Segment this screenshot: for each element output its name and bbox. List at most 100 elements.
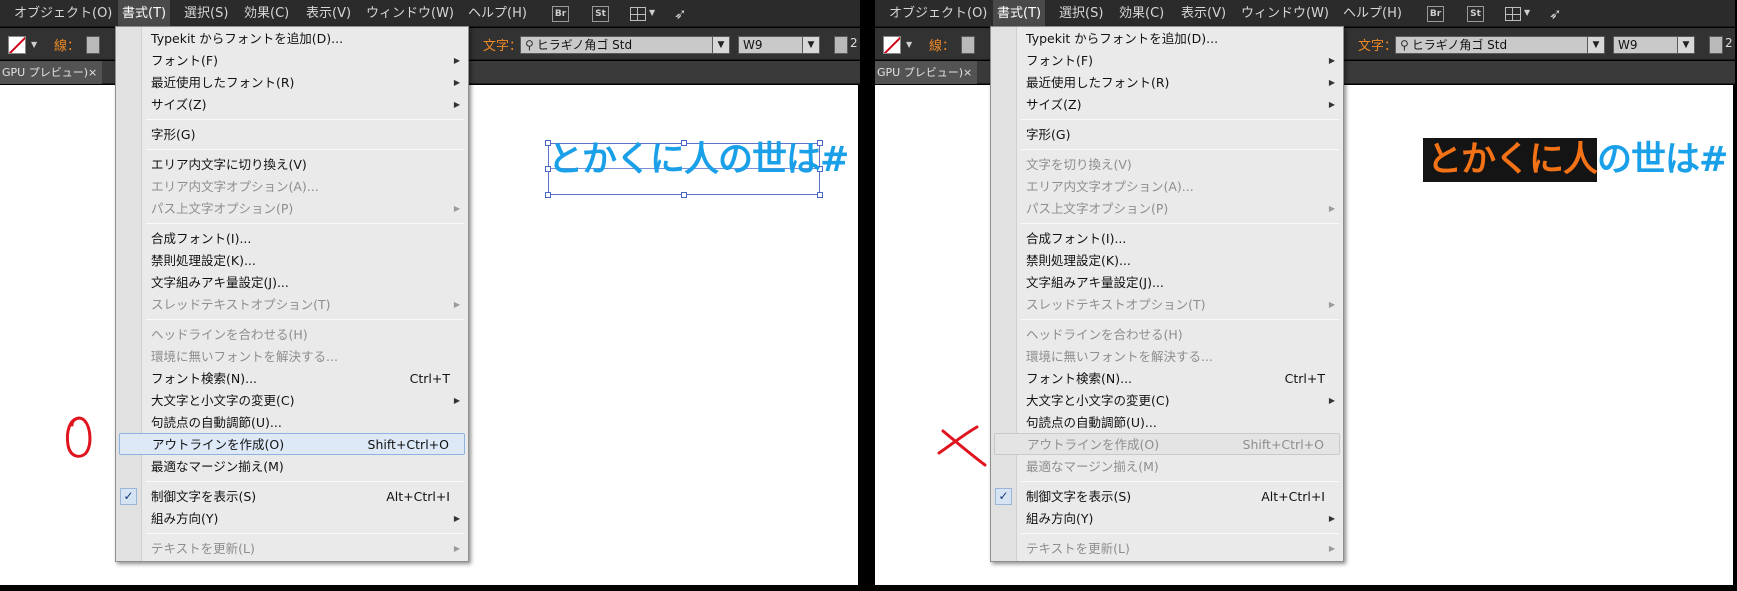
menu-type[interactable]: 書式(T) (118, 0, 171, 27)
selection-handle[interactable] (817, 192, 823, 198)
menu-item-change-case[interactable]: 大文字と小文字の変更(C) ▶ (116, 390, 468, 412)
menu-item-font[interactable]: フォント(F) ▶ (991, 50, 1343, 72)
document-tab[interactable]: GPU プレビュー) (0, 61, 102, 84)
chevron-down-icon[interactable]: ▼ (906, 40, 912, 49)
menu-item-fit-headline: ヘッドラインを合わせる(H) (1026, 327, 1183, 342)
document-tab-label: GPU プレビュー) (2, 66, 88, 79)
font-style-dropdown[interactable]: ▼ (1677, 36, 1695, 54)
font-family-dropdown[interactable]: ▼ (712, 36, 730, 54)
font-family-field[interactable]: ⚲ ヒラギノ角ゴ Std (1395, 36, 1605, 54)
selection-handle[interactable] (681, 192, 687, 198)
menu-effect[interactable]: 効果(C) (240, 0, 293, 27)
menu-item-show-hidden-characters[interactable]: ✓ 制御文字を表示(S) Alt+Ctrl+I (991, 486, 1343, 508)
cross-mark-icon (937, 425, 987, 467)
menu-type[interactable]: 書式(T) (993, 0, 1046, 27)
menu-window[interactable]: ウィンドウ(W) (362, 0, 458, 27)
menu-view[interactable]: 表示(V) (1177, 0, 1230, 27)
font-style-dropdown[interactable]: ▼ (802, 36, 820, 54)
menu-item-type-orientation[interactable]: 組み方向(Y) ▶ (116, 508, 468, 530)
menu-select[interactable]: 選択(S) (1055, 0, 1107, 27)
close-icon[interactable]: × (88, 61, 97, 84)
menu-item-composite-fonts[interactable]: 合成フォント(I)... (991, 228, 1343, 250)
font-family-field[interactable]: ⚲ ヒラギノ角ゴ Std (520, 36, 730, 54)
chevron-down-icon[interactable]: ▼ (31, 40, 37, 49)
font-family-dropdown[interactable]: ▼ (1587, 36, 1605, 54)
menu-item-size[interactable]: サイズ(Z) ▶ (116, 94, 468, 116)
menu-item-add-typekit-fonts[interactable]: Typekit からフォントを追加(D)... (116, 28, 468, 50)
submenu-arrow-icon: ▶ (453, 56, 460, 65)
font-size-value[interactable]: 2 (1725, 36, 1733, 50)
menu-item-kinsoku-settings[interactable]: 禁則処理設定(K)... (116, 250, 468, 272)
menu-item-size[interactable]: サイズ(Z) ▶ (991, 94, 1343, 116)
menu-item-change-case[interactable]: 大文字と小文字の変更(C) ▶ (991, 390, 1343, 412)
menu-item-recent-fonts[interactable]: 最近使用したフォント(R) ▶ (116, 72, 468, 94)
menu-separator (1021, 481, 1339, 482)
menu-item-smart-punctuation[interactable]: 句読点の自動調節(U)... (991, 412, 1343, 434)
search-icon: ⚲ (525, 38, 534, 52)
menu-shortcut: Shift+Ctrl+O (1242, 437, 1324, 452)
rocket-icon[interactable]: ➶ (1549, 6, 1569, 22)
menu-item-mojikumi-settings[interactable]: 文字組みアキ量設定(J)... (991, 272, 1343, 294)
rocket-icon[interactable]: ➶ (674, 6, 694, 22)
bridge-icon[interactable]: Br (552, 6, 569, 22)
menu-item-type-on-path-options: パス上文字オプション(P) ▶ (991, 198, 1343, 220)
font-size-stepper[interactable] (834, 36, 848, 54)
menu-item-threaded-text-options: スレッドテキストオプション(T) ▶ (116, 294, 468, 316)
menu-item-type-orientation[interactable]: 組み方向(Y) ▶ (991, 508, 1343, 530)
workspace-switcher-icon[interactable]: ▼ (630, 6, 658, 22)
stroke-stepper[interactable] (86, 36, 100, 54)
checkmark-icon: ✓ (995, 488, 1012, 505)
menu-item-font[interactable]: フォント(F) ▶ (116, 50, 468, 72)
workspace-switcher-icon[interactable]: ▼ (1505, 6, 1533, 22)
stock-icon[interactable]: St (592, 6, 609, 22)
document-tab[interactable]: GPU プレビュー) (875, 61, 977, 84)
menu-object[interactable]: オブジェクト(O) (10, 0, 116, 27)
menu-object[interactable]: オブジェクト(O) (885, 0, 991, 27)
character-label: 文字： (483, 39, 523, 54)
menu-separator (1021, 533, 1339, 534)
menu-item-show-hidden-characters[interactable]: ✓ 制御文字を表示(S) Alt+Ctrl+I (116, 486, 468, 508)
menu-item-glyphs[interactable]: 字形(G) (991, 124, 1343, 146)
menu-item-glyphs[interactable]: 字形(G) (116, 124, 468, 146)
menu-separator (146, 481, 464, 482)
font-style-field[interactable]: W9 (1613, 36, 1685, 54)
fill-none-swatch[interactable] (8, 36, 26, 54)
menubar: オブジェクト(O) 書式(T) 選択(S) 効果(C) 表示(V) ウィンドウ(… (875, 0, 1735, 27)
menu-item-convert-area-type[interactable]: エリア内文字に切り換え(V) (116, 154, 468, 176)
menu-item-optical-margin-alignment[interactable]: 最適なマージン揃え(M) (116, 456, 468, 478)
menu-select[interactable]: 選択(S) (180, 0, 232, 27)
font-family-value: ヒラギノ角ゴ Std (536, 38, 633, 52)
bridge-icon[interactable]: Br (1427, 6, 1444, 22)
live-text-part[interactable]: の世は# (1597, 140, 1728, 180)
submenu-arrow-icon: ▶ (1328, 396, 1335, 405)
menu-item-optical-margin-alignment: 最適なマージン揃え(M) (1026, 459, 1159, 474)
menu-help[interactable]: ヘルプ(H) (464, 0, 531, 27)
menu-view[interactable]: 表示(V) (302, 0, 355, 27)
menu-item-find-font[interactable]: フォント検索(N)... Ctrl+T (116, 368, 468, 390)
menu-item-update-legacy-text: テキストを更新(L) ▶ (991, 538, 1343, 560)
menu-help[interactable]: ヘルプ(H) (1339, 0, 1406, 27)
outlined-text-object[interactable]: とかくに人の世は# (1423, 138, 1728, 182)
menu-item-kinsoku-settings[interactable]: 禁則処理設定(K)... (991, 250, 1343, 272)
menu-item-create-outlines[interactable]: アウトラインを作成(O) Shift+Ctrl+O (119, 433, 465, 455)
outlined-text-part[interactable]: とかくに人 (1423, 138, 1598, 182)
menu-item-update-legacy-text: テキストを更新(L) ▶ (116, 538, 468, 560)
menu-item-find-font[interactable]: フォント検索(N)... Ctrl+T (991, 368, 1343, 390)
font-size-value[interactable]: 2 (850, 36, 858, 50)
font-family-value: ヒラギノ角ゴ Std (1411, 38, 1508, 52)
close-icon[interactable]: × (963, 61, 972, 84)
stroke-stepper[interactable] (961, 36, 975, 54)
live-text-object[interactable]: とかくに人の世は# (548, 140, 849, 180)
menu-item-smart-punctuation[interactable]: 句読点の自動調節(U)... (116, 412, 468, 434)
menu-item-recent-fonts[interactable]: 最近使用したフォント(R) ▶ (991, 72, 1343, 94)
menu-effect[interactable]: 効果(C) (1115, 0, 1168, 27)
stock-icon[interactable]: St (1467, 6, 1484, 22)
selection-handle[interactable] (545, 192, 551, 198)
font-size-stepper[interactable] (1709, 36, 1723, 54)
menu-item-add-typekit-fonts[interactable]: Typekit からフォントを追加(D)... (991, 28, 1343, 50)
menu-window[interactable]: ウィンドウ(W) (1237, 0, 1333, 27)
font-style-field[interactable]: W9 (738, 36, 810, 54)
fill-none-swatch[interactable] (883, 36, 901, 54)
menu-item-composite-fonts[interactable]: 合成フォント(I)... (116, 228, 468, 250)
menu-item-mojikumi-settings[interactable]: 文字組みアキ量設定(J)... (116, 272, 468, 294)
